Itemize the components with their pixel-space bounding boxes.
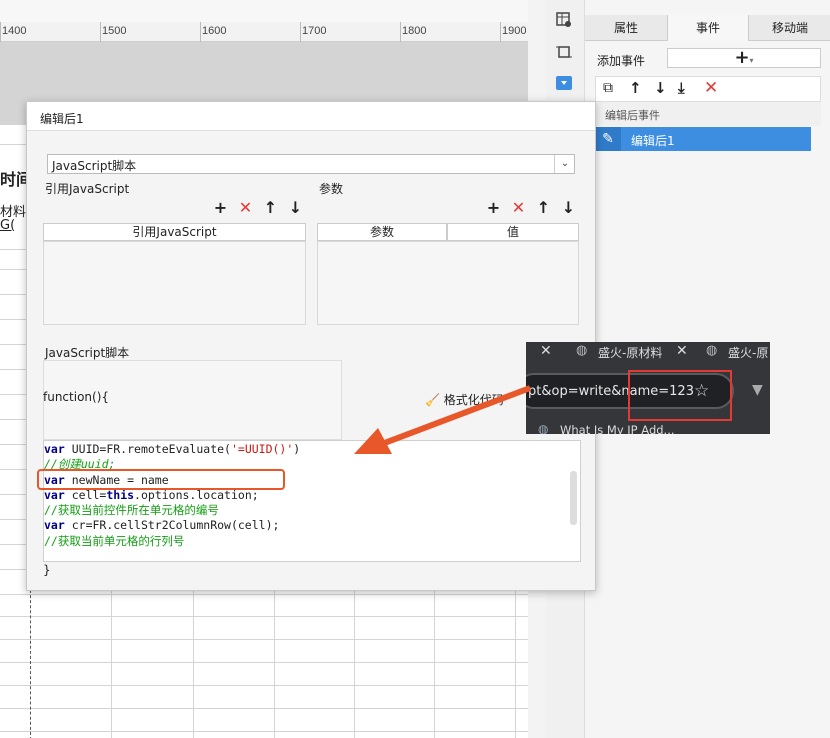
tab-properties[interactable]: 属性 bbox=[585, 15, 667, 41]
ruler-mark: 1900 bbox=[502, 25, 527, 37]
script-type-value: JavaScript脚本 bbox=[52, 159, 137, 173]
extension-icon[interactable]: ▼ bbox=[752, 382, 763, 398]
tab-events[interactable]: 事件 bbox=[667, 15, 749, 41]
code-line: UUID=FR.remoteEvaluate('=UUID()') bbox=[71, 442, 301, 456]
ref-js-table[interactable] bbox=[43, 241, 306, 325]
move-down-icon[interactable]: ↓ bbox=[283, 198, 308, 217]
ruler-mark: 1600 bbox=[202, 25, 227, 37]
highlight-box bbox=[37, 469, 285, 490]
params-toolbar: + ✕ ↑ ↓ bbox=[481, 198, 581, 217]
add-icon[interactable]: + bbox=[481, 198, 506, 217]
browser-tab-1[interactable]: 盛火-原材料 bbox=[598, 344, 682, 361]
move-up-icon[interactable]: ↑ bbox=[531, 198, 556, 217]
ruler-mark: 1500 bbox=[102, 25, 127, 37]
delete-icon[interactable]: ✕ bbox=[506, 198, 531, 217]
script-label: JavaScript脚本 bbox=[45, 346, 130, 360]
move-down-icon[interactable]: ↓ bbox=[654, 79, 667, 97]
close-tab-icon[interactable]: ✕ bbox=[540, 343, 552, 359]
move-up-icon[interactable]: ↑ bbox=[258, 198, 283, 217]
dialog-title: 编辑后1 bbox=[40, 112, 84, 126]
event-panel-icon[interactable] bbox=[556, 76, 572, 90]
move-down-icon[interactable]: ↓ bbox=[556, 198, 581, 217]
add-event-button[interactable]: +▾ bbox=[667, 48, 821, 68]
globe-icon: ◍ bbox=[576, 343, 588, 358]
url-highlight-box bbox=[628, 370, 732, 421]
copy-icon[interactable]: ⧉ bbox=[603, 80, 613, 96]
browser-screenshot-inset: ✕ ◍ 盛火-原材料 ✕ ◍ 盛火-原 pt&op=write&name=123… bbox=[526, 342, 770, 434]
ruler-mark: 1800 bbox=[402, 25, 427, 37]
code-line: cr=FR.cellStr2ColumnRow(cell); bbox=[71, 518, 280, 533]
top-strip bbox=[0, 0, 548, 22]
function-open: function(){ bbox=[43, 390, 110, 404]
delete-icon[interactable]: ✕ bbox=[233, 198, 258, 217]
code-scrollbar[interactable] bbox=[570, 471, 577, 525]
delete-icon[interactable]: ✕ bbox=[704, 78, 718, 98]
section-label: 编辑后事件 bbox=[605, 109, 660, 122]
move-up-icon[interactable]: ↑ bbox=[629, 79, 642, 97]
params-label: 参数 bbox=[319, 182, 344, 196]
cell-text-partial: G( bbox=[0, 218, 16, 233]
params-table[interactable] bbox=[317, 241, 579, 325]
param-column-header: 参数 bbox=[317, 223, 447, 241]
move-bottom-icon[interactable]: ⤓ bbox=[678, 79, 685, 97]
bookmark-link[interactable]: What Is My IP Add... bbox=[560, 423, 675, 434]
value-column-header: 值 bbox=[447, 223, 579, 241]
tab-mobile[interactable]: 移动端 bbox=[749, 15, 830, 41]
event-toolbar: ⧉ ↑ ↓ ⤓ ✕ bbox=[595, 76, 821, 102]
event-list-item[interactable]: ✎ 编辑后1 bbox=[595, 127, 811, 151]
ruler-mark: 1700 bbox=[302, 25, 327, 37]
globe-icon: ◍ bbox=[706, 343, 718, 358]
edit-pencil-icon: ✎ bbox=[595, 127, 621, 151]
ref-js-label: 引用JavaScript bbox=[45, 182, 130, 196]
frame-icon[interactable] bbox=[556, 44, 572, 60]
add-icon[interactable]: + bbox=[208, 198, 233, 217]
ruler-mark: 1400 bbox=[2, 25, 27, 37]
plus-icon: + bbox=[734, 47, 750, 68]
function-close: } bbox=[43, 563, 51, 577]
horizontal-ruler: 1400 1500 1600 1700 1800 1900 bbox=[0, 22, 548, 42]
event-editor-dialog: 编辑后1 JavaScript脚本 ⌄ 引用JavaScript 参数 + ✕ ↑ ↓… bbox=[26, 101, 596, 591]
browser-tab-2[interactable]: 盛火-原 bbox=[728, 344, 768, 361]
ref-js-column-header: 引用JavaScript bbox=[43, 223, 306, 241]
code-line: //获取当前单元格的行列号 bbox=[44, 533, 185, 548]
close-tab-icon[interactable]: ✕ bbox=[676, 343, 688, 359]
grid-settings-icon[interactable] bbox=[556, 12, 572, 28]
ref-js-toolbar: + ✕ ↑ ↓ bbox=[208, 198, 308, 217]
add-event-label: 添加事件 bbox=[597, 54, 646, 68]
event-item-label: 编辑后1 bbox=[631, 134, 675, 148]
script-type-select[interactable]: JavaScript脚本 ⌄ bbox=[47, 154, 575, 174]
code-line: //获取当前控件所在单元格的编号 bbox=[44, 503, 219, 518]
chevron-down-icon: ⌄ bbox=[554, 155, 575, 173]
annotation-arrow bbox=[354, 385, 532, 454]
